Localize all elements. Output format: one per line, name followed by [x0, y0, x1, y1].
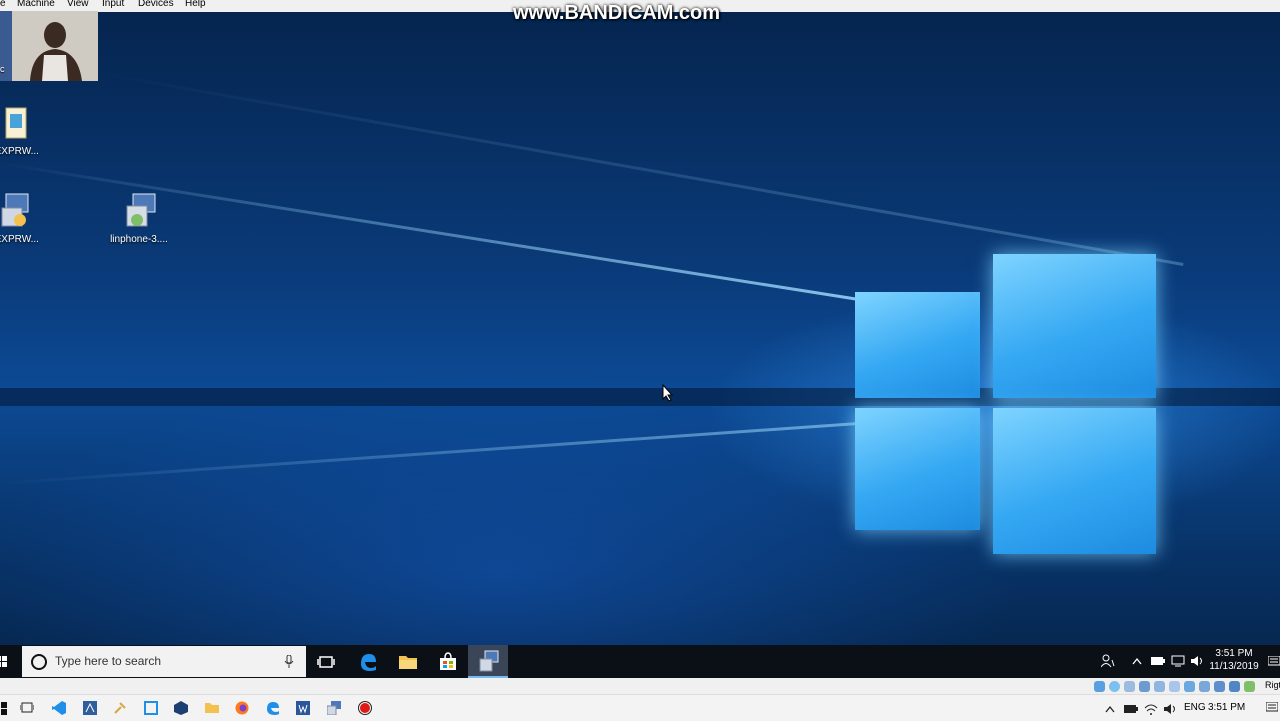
virtualization-icon[interactable] — [1214, 681, 1225, 692]
search-box[interactable]: Type here to search — [22, 646, 306, 677]
menu-item-devices[interactable]: Devices — [138, 0, 174, 9]
webcam-person-image — [0, 11, 98, 81]
windows-logo-icon — [0, 655, 7, 667]
wallpaper-beam — [0, 420, 878, 485]
firefox-icon[interactable] — [235, 701, 249, 715]
battery-icon[interactable] — [1151, 656, 1165, 666]
network-adapter-icon[interactable] — [1139, 681, 1150, 692]
search-icon — [31, 654, 47, 670]
chevron-up-icon[interactable] — [1105, 705, 1115, 713]
installer-icon — [1, 193, 29, 227]
wallpaper-beam — [99, 72, 1184, 266]
installer-icon — [126, 193, 156, 227]
virtualbox-icon[interactable] — [174, 701, 188, 715]
edge-icon — [361, 653, 376, 671]
desktop-icon-lexprw-installer[interactable]: LEXPRW... — [0, 192, 50, 245]
recording-icon[interactable] — [1199, 681, 1210, 692]
host-clock[interactable]: 3:51 PM — [1208, 702, 1245, 713]
keyboard-capture-icon[interactable] — [1244, 681, 1255, 692]
host-taskbar: ENG 3:51 PM — [0, 694, 1280, 721]
search-placeholder: Type here to search — [55, 654, 162, 668]
microphone-icon[interactable] — [284, 655, 294, 669]
notifications-icon[interactable] — [1268, 656, 1280, 668]
tray-time: 3:51 PM — [1215, 648, 1253, 659]
document-icon — [5, 107, 27, 139]
desktop-icon-label: linphone-3.... — [110, 234, 168, 245]
bandicam-record-icon[interactable] — [358, 701, 372, 715]
installer-icon — [479, 650, 499, 671]
word-icon[interactable] — [296, 701, 310, 715]
store-icon — [440, 651, 456, 670]
host-key-label: Rigt — [1265, 680, 1280, 690]
snipping-tool-icon[interactable] — [144, 701, 158, 715]
menu-item-machine[interactable]: Machine — [17, 0, 55, 9]
taskbar: Type here to search 3:51 PM 11/13/2019 — [0, 645, 1280, 678]
file-explorer-icon[interactable] — [205, 701, 219, 715]
network-icon[interactable] — [1171, 655, 1185, 667]
logo-pane-bl — [855, 408, 980, 530]
app-icon[interactable] — [83, 701, 97, 715]
task-view-icon[interactable] — [20, 701, 34, 715]
vbox-statusbar: Rigt — [0, 678, 1280, 694]
menu-item-input[interactable]: Input — [102, 0, 124, 9]
logo-pane-tl — [855, 292, 980, 398]
bandicam-watermark: www.BANDICAM.com — [513, 2, 721, 24]
chevron-up-icon[interactable] — [1132, 657, 1142, 665]
host-language-indicator[interactable]: ENG — [1184, 702, 1206, 713]
store-taskbar-button[interactable] — [428, 645, 468, 678]
installer-icon[interactable] — [327, 701, 341, 715]
wifi-icon[interactable] — [1144, 703, 1158, 715]
battery-icon[interactable] — [1124, 704, 1138, 714]
people-icon[interactable] — [1101, 654, 1115, 668]
menu-item-file[interactable]: e — [0, 0, 6, 9]
task-view-icon — [317, 655, 335, 668]
display-icon[interactable] — [1184, 681, 1195, 692]
file-explorer-taskbar-button[interactable] — [388, 645, 428, 678]
desktop-icon-linphone[interactable]: linphone-3.... — [103, 192, 175, 245]
edge-taskbar-button[interactable] — [348, 645, 388, 678]
volume-icon[interactable] — [1163, 703, 1177, 715]
tray-date: 11/13/2019 — [1209, 661, 1259, 672]
file-explorer-icon — [399, 655, 417, 669]
edge-icon[interactable] — [266, 701, 280, 715]
vscode-icon[interactable] — [52, 701, 66, 715]
desktop[interactable]: LEXPRW... LEXPRW... linphone-3.... — [0, 12, 1280, 645]
usb-icon[interactable] — [1154, 681, 1165, 692]
notifications-icon[interactable] — [1266, 702, 1278, 714]
webcam-overlay: c — [0, 11, 98, 81]
desktop-icon-label: LEXPRW... — [0, 146, 39, 157]
logo-pane-tr — [993, 254, 1156, 398]
audio-icon[interactable] — [1124, 681, 1135, 692]
volume-icon[interactable] — [1190, 655, 1204, 667]
desktop-icon-label: LEXPRW... — [0, 234, 39, 245]
tool-icon[interactable] — [113, 701, 127, 715]
start-button[interactable] — [0, 645, 16, 678]
tray-clock[interactable]: 3:51 PM 11/13/2019 — [1206, 647, 1262, 673]
task-view-button[interactable] — [306, 645, 346, 678]
mouse-cursor-icon — [662, 384, 674, 402]
logo-pane-br — [993, 408, 1156, 554]
hard-disk-icon[interactable] — [1094, 681, 1105, 692]
mouse-integration-icon[interactable] — [1229, 681, 1240, 692]
menu-item-help[interactable]: Help — [185, 0, 206, 9]
windows-logo-icon[interactable] — [0, 701, 8, 715]
desktop-icon-lexprw-doc[interactable]: LEXPRW... — [0, 106, 50, 157]
desktop-icon-label: c — [0, 64, 5, 74]
menu-item-view[interactable]: View — [67, 0, 89, 9]
optical-drive-icon[interactable] — [1109, 681, 1120, 692]
installer-taskbar-button[interactable] — [468, 645, 508, 678]
shared-folders-icon[interactable] — [1169, 681, 1180, 692]
